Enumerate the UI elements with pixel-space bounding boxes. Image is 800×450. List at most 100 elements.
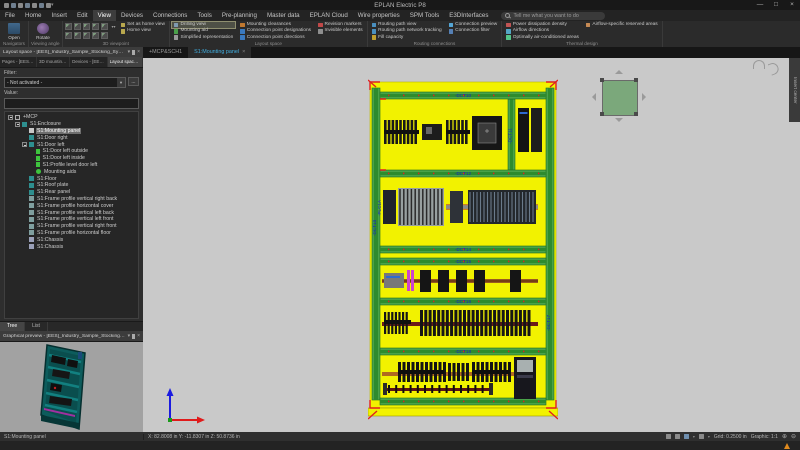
select-mode-icon[interactable] bbox=[666, 434, 671, 439]
canvas[interactable]: -DCT10 -DCT12 -DCT14 -DCT15 -DCT16 -DCT1… bbox=[143, 58, 800, 432]
collapse-icon[interactable] bbox=[8, 115, 13, 120]
tree-item-s1-enclosure[interactable]: S1:Enclosure bbox=[6, 121, 137, 128]
tree-item-s1-frame-profile-vertical-right-back[interactable]: S1:Frame profile vertical right back bbox=[6, 196, 137, 203]
tree-item-s1-door-left-outside[interactable]: S1:Door left outside bbox=[6, 148, 137, 155]
warning-icon[interactable] bbox=[784, 443, 790, 449]
cube-arrow-up-icon[interactable] bbox=[615, 70, 623, 74]
cube-face[interactable] bbox=[602, 80, 638, 116]
ribbon-tab-e3dinterfaces[interactable]: E3DInterfaces bbox=[444, 10, 493, 21]
ribbon-button-connection-filter[interactable]: Connection filter bbox=[447, 28, 500, 34]
print-icon[interactable] bbox=[39, 3, 44, 8]
tree-item-s1-chassis[interactable]: S1:Chassis bbox=[6, 236, 137, 243]
viewpoint-cube-icon[interactable] bbox=[65, 23, 72, 30]
view-tab-tree[interactable]: Tree bbox=[0, 322, 25, 331]
ribbon-button-fill-capacity[interactable]: Fill capacity bbox=[370, 35, 444, 41]
tree-item-s1-frame-profile-vertical-left-back[interactable]: S1:Frame profile vertical left back bbox=[6, 209, 137, 216]
ribbon-tab-insert[interactable]: Insert bbox=[47, 10, 72, 21]
tree-item-s1-frame-profile-vertical-left-front[interactable]: S1:Frame profile vertical left front bbox=[6, 216, 137, 223]
zoom-out-icon[interactable]: ⊖ bbox=[791, 434, 796, 440]
canvas-tab-s1-mounting-panel[interactable]: S1:Mounting panel× bbox=[188, 47, 251, 58]
ribbon-tab-spm-tools[interactable]: SPM Tools bbox=[405, 10, 444, 21]
canvas-tab-mcp-sch1[interactable]: +MCP&SCH1 bbox=[143, 47, 188, 58]
panel-pin-icon[interactable] bbox=[132, 50, 135, 55]
viewpoint-cube-icon[interactable] bbox=[92, 23, 99, 30]
filter-dropdown-icon[interactable]: ▾ bbox=[117, 78, 125, 87]
tree-item-s1-profile-level-door-left[interactable]: S1:Profile level door left bbox=[6, 162, 137, 169]
navigator-tab-2[interactable]: Devices - [EES]_In... bbox=[70, 57, 108, 67]
viewpoint-cube-icon[interactable] bbox=[101, 23, 108, 30]
layers-icon[interactable] bbox=[684, 434, 689, 439]
collapse-icon[interactable] bbox=[22, 142, 27, 147]
ribbon-button-simplified-representation[interactable]: Simplified representation bbox=[172, 35, 235, 41]
new-icon[interactable] bbox=[4, 3, 9, 8]
ribbon-button-optimally-air-conditioned-areas[interactable]: Optimally air-conditioned areas bbox=[504, 35, 581, 41]
ribbon-tab-edit[interactable]: Edit bbox=[72, 10, 93, 21]
ribbon-tab-view[interactable]: View bbox=[93, 10, 116, 21]
filter-more-button[interactable]: ... bbox=[128, 77, 139, 86]
tree-item-s1-door-left-inside[interactable]: S1:Door left inside bbox=[6, 155, 137, 162]
tree-item-s1-chassis[interactable]: S1:Chassis bbox=[6, 243, 137, 250]
value-input[interactable] bbox=[4, 98, 139, 109]
grid-toggle-icon[interactable] bbox=[699, 434, 704, 439]
cube-arrow-right-icon[interactable] bbox=[642, 93, 646, 101]
navigator-tab-1[interactable]: 3D mounting lay... bbox=[37, 57, 70, 67]
viewpoint-cube-icon[interactable] bbox=[101, 32, 108, 39]
minimize-button[interactable]: — bbox=[752, 0, 768, 10]
quick-access-dropdown-icon[interactable]: ▾ bbox=[51, 3, 54, 8]
close-button[interactable]: × bbox=[784, 0, 800, 10]
viewpoint-cube-icon[interactable] bbox=[65, 32, 72, 39]
tree-item-mounting-aids[interactable]: Mounting aids bbox=[6, 168, 137, 175]
ribbon-tab-master-data[interactable]: Master data bbox=[262, 10, 305, 21]
viewpoint-cube-icon[interactable] bbox=[92, 32, 99, 39]
tree-item-s1-frame-profile-horizontal-floor[interactable]: S1:Frame profile horizontal floor bbox=[6, 230, 137, 237]
viewpoint-cube-icon[interactable] bbox=[74, 32, 81, 39]
open-icon[interactable] bbox=[11, 3, 16, 8]
tree-item-s1-floor[interactable]: S1:Floor bbox=[6, 175, 137, 182]
ribbon-button-invisible-elements[interactable]: Invisible elements bbox=[316, 28, 365, 34]
zoom-in-icon[interactable]: ⊕ bbox=[782, 434, 787, 440]
tree-item-s1-mounting-panel[interactable]: S1:Mounting panel bbox=[6, 128, 137, 135]
collapse-icon[interactable] bbox=[15, 122, 20, 127]
ribbon-button-home-view[interactable]: Home view bbox=[119, 28, 167, 34]
navigator-tab-0[interactable]: Pages - [EES]_Ind... bbox=[0, 57, 37, 67]
tree-item-mcp[interactable]: +MCP bbox=[6, 114, 137, 121]
tree-item-s1-door-right[interactable]: S1:Door right bbox=[6, 134, 137, 141]
ribbon-tab-pre-planning[interactable]: Pre-planning bbox=[217, 10, 262, 21]
ribbon-tab-eplan-cloud[interactable]: EPLAN Cloud bbox=[305, 10, 353, 21]
rotate-view-icon[interactable] bbox=[753, 60, 765, 69]
ribbon-tab-devices[interactable]: Devices bbox=[116, 10, 148, 21]
preview-dropdown-icon[interactable]: ▾ bbox=[128, 331, 131, 341]
ribbon-tab-tools[interactable]: Tools bbox=[192, 10, 216, 21]
navigator-tab-3[interactable]: Layout space - [E... bbox=[108, 57, 143, 67]
ribbon-tab-file[interactable]: File bbox=[0, 10, 20, 21]
ribbon-button-airflow-specific-reserved-areas[interactable]: Airflow-specific reserved areas bbox=[584, 22, 660, 28]
preview-close-icon[interactable]: × bbox=[137, 331, 140, 341]
rotate-view-icon[interactable] bbox=[768, 61, 781, 75]
maximize-button[interactable]: □ bbox=[768, 0, 784, 10]
panel-close-icon[interactable]: × bbox=[137, 47, 140, 57]
filter-combobox[interactable]: - Not activated - ▾ bbox=[4, 77, 126, 88]
panel-dropdown-icon[interactable]: ▾ bbox=[128, 47, 131, 57]
tab-close-icon[interactable]: × bbox=[242, 47, 245, 58]
viewpoint-cube-icon[interactable] bbox=[83, 23, 90, 30]
tell-me-search[interactable]: Tell me what you want to do bbox=[501, 12, 605, 20]
ribbon-tab-home[interactable]: Home bbox=[20, 10, 47, 21]
redo-icon[interactable] bbox=[32, 3, 37, 8]
ribbon-button-rotate[interactable]: Rotate bbox=[31, 22, 55, 40]
viewpoint-cube-icon[interactable] bbox=[83, 32, 90, 39]
ribbon-tab-connections[interactable]: Connections bbox=[148, 10, 192, 21]
tree-item-s1-roof-plate[interactable]: S1:Roof plate bbox=[6, 182, 137, 189]
preview-pin-icon[interactable] bbox=[132, 334, 135, 339]
tree-item-s1-rear-panel[interactable]: S1:Rear panel bbox=[6, 189, 137, 196]
undo-icon[interactable] bbox=[25, 3, 30, 8]
snap-mode-icon[interactable] bbox=[675, 434, 680, 439]
save-icon[interactable] bbox=[18, 3, 23, 8]
tree-item-s1-frame-profile-vertical-right-front[interactable]: S1:Frame profile vertical right front bbox=[6, 223, 137, 230]
ribbon-button-open[interactable]: Open bbox=[2, 22, 26, 40]
tree-item-s1-door-left[interactable]: S1:Door left bbox=[6, 141, 137, 148]
cube-arrow-down-icon[interactable] bbox=[615, 118, 623, 122]
insert-center-tab[interactable]: Insert center bbox=[789, 58, 800, 122]
cube-arrow-left-icon[interactable] bbox=[592, 93, 596, 101]
view-tab-list[interactable]: List bbox=[25, 322, 48, 331]
tree-item-s1-frame-profile-horizontal-cover[interactable]: S1:Frame profile horizontal cover bbox=[6, 202, 137, 209]
